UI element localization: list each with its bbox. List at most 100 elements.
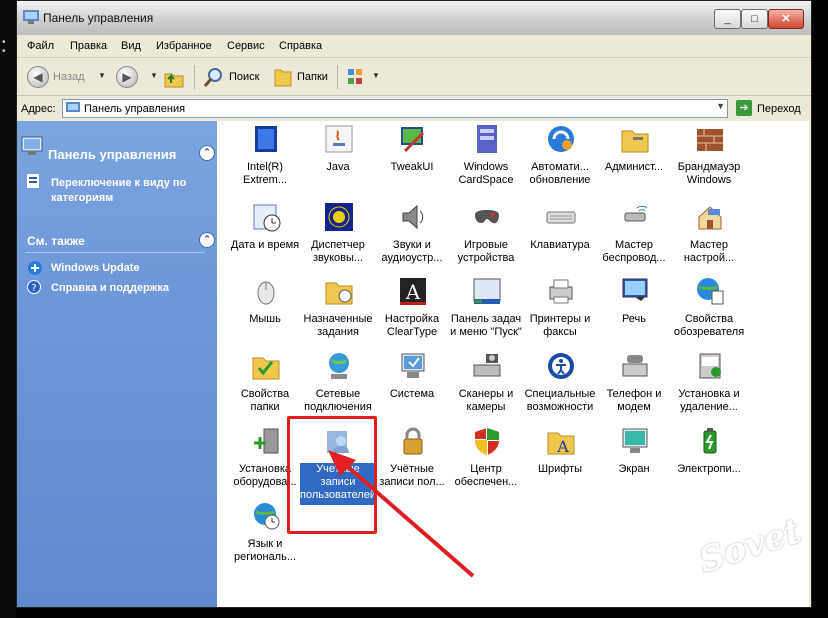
cp-item-keyboard[interactable]: Клавиатура [523, 199, 597, 271]
menu-help[interactable]: Справка [279, 40, 322, 52]
control-panel-icon [21, 136, 43, 155]
cp-item-add-remove-programs[interactable]: Установка и удаление... [672, 348, 746, 420]
add-hardware-icon [254, 428, 279, 454]
cp-item-mouse[interactable]: Мышь [228, 273, 302, 345]
regional-language-icon [254, 503, 280, 530]
go-arrow-icon: ➔ [736, 100, 752, 116]
cp-item-scheduled-tasks[interactable]: Назначенные задания [301, 273, 375, 345]
help-and-support-link[interactable]: Справка и поддержка [51, 282, 169, 294]
cp-item-label: Речь [621, 313, 647, 325]
taskbar-start-icon [473, 278, 501, 304]
cp-item-label: Брандмауэр Windows [677, 161, 741, 186]
sidebar-divider [25, 252, 205, 253]
cp-item-scanners-cameras[interactable]: Сканеры и камеры [449, 348, 523, 420]
cp-item-label: Система [389, 388, 435, 400]
views-dropdown-icon[interactable]: ▼ [372, 71, 380, 80]
go-button[interactable]: ➔ Переход [734, 99, 806, 118]
cp-item-cleartype[interactable]: A Настройка ClearType [375, 273, 449, 345]
menu-favorites[interactable]: Избранное [156, 40, 212, 52]
menu-edit[interactable]: Правка [70, 40, 107, 52]
cp-item-system[interactable]: Система [375, 348, 449, 420]
cp-item-label: Windows CardSpace [458, 161, 514, 186]
address-label: Адрес: [21, 103, 56, 115]
svg-text:?: ? [31, 283, 36, 294]
collapse-see-also-button[interactable]: ⌃ [199, 232, 215, 248]
cp-item-sounds-audio[interactable]: Звуки и аудиоустр... [375, 199, 449, 271]
switch-to-category-view-link[interactable]: Переключение к виду по категориям [51, 176, 201, 206]
windows-update-icon [28, 261, 42, 275]
help-icon: ? [27, 280, 41, 294]
views-icon[interactable] [347, 67, 369, 87]
address-input[interactable]: Панель управления ▼ [62, 99, 728, 118]
cp-item-label: Свойства папки [240, 388, 290, 413]
cp-item-admin-tools[interactable]: Админист... [597, 121, 671, 193]
forward-dropdown-icon[interactable]: ▼ [150, 71, 158, 80]
cp-item-wireless-network[interactable]: Мастер беспровод... [597, 199, 671, 271]
cp-item-fonts[interactable]: A Шрифты [523, 423, 597, 495]
menu-view[interactable]: Вид [121, 40, 141, 52]
cp-item-automatic-updates[interactable]: Автомати... обновление [523, 121, 597, 193]
maximize-button[interactable]: □ [741, 9, 768, 29]
cp-item-cardspace[interactable]: Windows CardSpace [449, 121, 523, 193]
cp-item-game-controllers[interactable]: Игровые устройства [449, 199, 523, 271]
cp-item-tweakui[interactable]: TweakUI [375, 121, 449, 193]
cp-item-internet-options[interactable]: Свойства обозревателя [672, 273, 746, 345]
cp-item-power-options[interactable]: Электропи... [672, 423, 746, 495]
cp-item-firewall[interactable]: Брандмауэр Windows [672, 121, 746, 193]
cp-item-label: Мастер беспровод... [602, 239, 666, 264]
cp-item-sound-manager[interactable]: Диспетчер звуковы... [301, 199, 375, 271]
java-icon [325, 125, 353, 153]
minimize-button[interactable]: _ [714, 9, 741, 29]
back-button[interactable]: ◀ [27, 66, 49, 88]
cp-item-network-connections[interactable]: Сетевые подключения [301, 348, 375, 420]
printers-faxes-icon [549, 279, 573, 304]
cp-item-label: Диспетчер звуковы... [311, 239, 365, 264]
folders-icon[interactable] [273, 66, 293, 88]
close-button[interactable]: ✕ [768, 9, 804, 29]
control-panel-icon [66, 102, 80, 112]
menu-file[interactable]: Файл [27, 40, 54, 52]
windows-update-link[interactable]: Windows Update [51, 262, 140, 274]
forward-button[interactable]: ▶ [116, 66, 138, 88]
cp-item-taskbar-start[interactable]: Панель задач и меню "Пуск" [449, 273, 523, 345]
svg-text:A: A [405, 280, 421, 304]
sidebar: Панель управления ⌃ Переключение к виду … [17, 121, 217, 607]
mouse-icon [257, 281, 275, 305]
cp-item-accessibility[interactable]: Специальные возможности [523, 348, 597, 420]
folders-label[interactable]: Папки [297, 71, 328, 83]
address-value[interactable]: Панель управления [84, 103, 185, 115]
wireless-network-icon [624, 205, 648, 222]
game-controllers-icon [475, 210, 499, 224]
back-dropdown-icon[interactable]: ▼ [98, 71, 106, 80]
search-icon[interactable] [203, 66, 225, 88]
cp-item-label: Язык и региональ... [233, 538, 297, 563]
address-bar: Адрес: Панель управления ▼ ➔ Переход [17, 97, 811, 122]
cardspace-icon [477, 125, 497, 153]
address-dropdown-icon[interactable]: ▼ [716, 101, 725, 111]
add-remove-programs-icon [699, 353, 721, 379]
cp-item-intel-graphics[interactable]: Intel(R) Extrem... [228, 121, 302, 193]
toolbar-separator [194, 65, 195, 89]
cp-item-label: Админист... [604, 161, 664, 173]
back-label[interactable]: Назад [53, 71, 85, 83]
cp-item-folder-options[interactable]: Свойства папки [228, 348, 302, 420]
search-label[interactable]: Поиск [229, 71, 259, 83]
up-folder-icon[interactable] [163, 67, 185, 89]
menu-tools[interactable]: Сервис [227, 40, 265, 52]
cp-item-date-time[interactable]: Дата и время [228, 199, 302, 271]
cp-item-label: Свойства обозревателя [673, 313, 745, 338]
cp-item-label: Электропи... [677, 463, 741, 475]
desktop-edge: • • [2, 37, 6, 57]
cp-item-network-setup[interactable]: Мастер настрой... [672, 199, 746, 271]
cp-item-java[interactable]: Java [301, 121, 375, 193]
cp-item-printers-faxes[interactable]: Принтеры и факсы [523, 273, 597, 345]
cp-item-speech[interactable]: Речь [597, 273, 671, 345]
accessibility-icon [548, 353, 574, 379]
title-bar[interactable]: Панель управления _ □ ✕ [17, 1, 811, 35]
scanners-cameras-icon [473, 354, 501, 377]
collapse-panel-button[interactable]: ⌃ [199, 145, 215, 161]
cp-item-display[interactable]: Экран [597, 423, 671, 495]
cp-item-phone-modem[interactable]: Телефон и модем [597, 348, 671, 420]
internet-options-icon [697, 278, 724, 305]
sound-manager-icon [325, 203, 353, 231]
